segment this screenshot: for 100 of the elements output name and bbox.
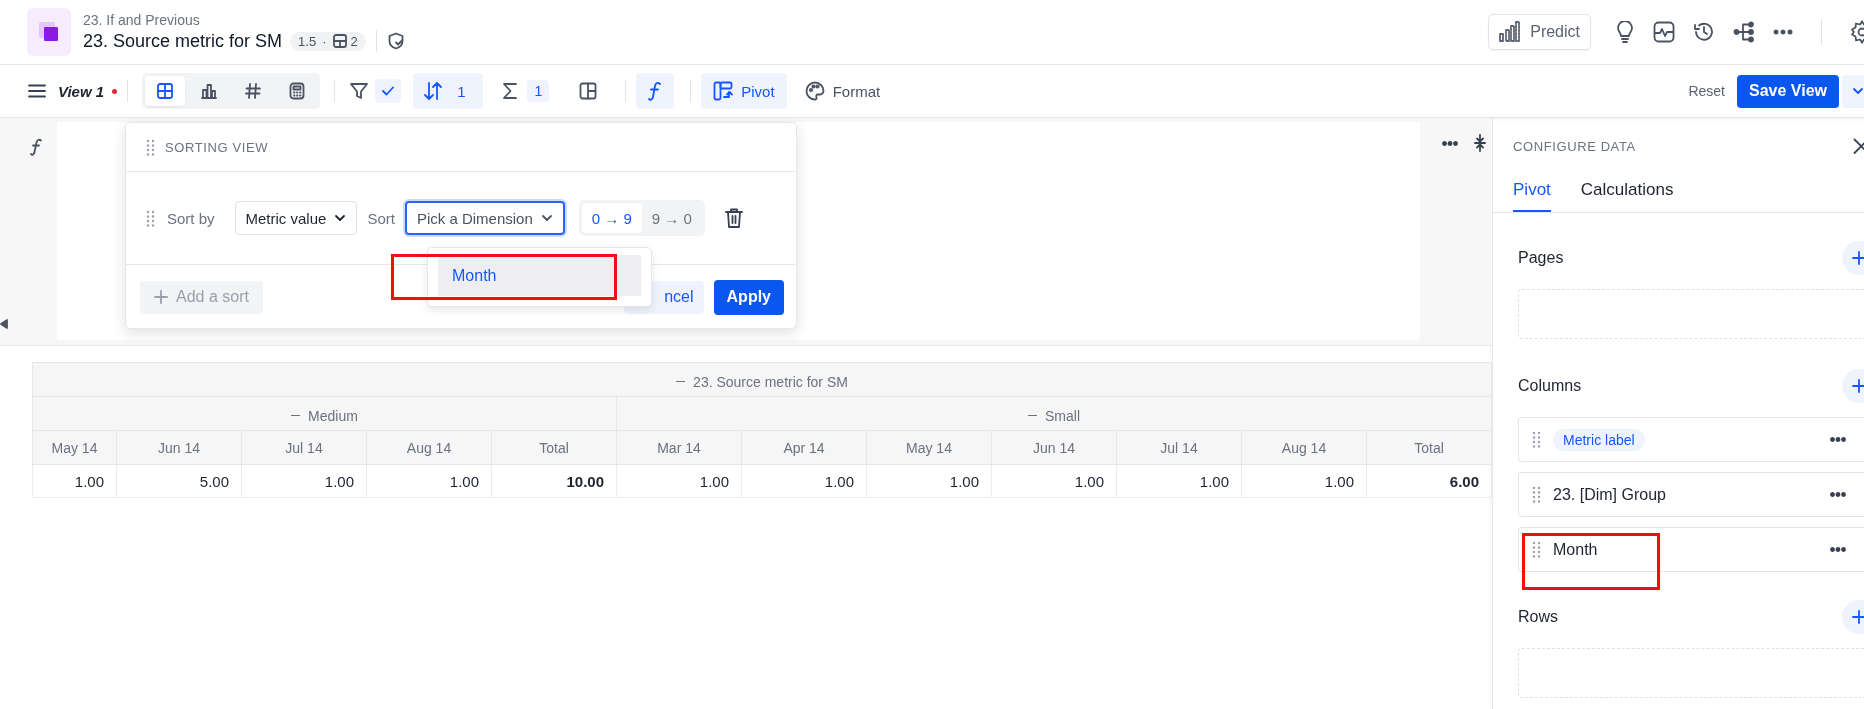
more-icon[interactable] bbox=[1830, 492, 1846, 497]
predict-button[interactable]: Predict bbox=[1488, 14, 1591, 50]
menu-option[interactable]: Month bbox=[438, 255, 641, 296]
menu-icon[interactable] bbox=[28, 84, 46, 98]
function-icon bbox=[30, 138, 42, 156]
sort-direction-option[interactable]: 0 → 9 bbox=[581, 203, 642, 233]
logo-icon bbox=[27, 8, 71, 56]
panel-tab[interactable]: Pivot bbox=[1513, 170, 1551, 212]
dimension-select[interactable]: Pick a Dimension bbox=[404, 201, 565, 235]
more-icon[interactable] bbox=[1830, 437, 1846, 442]
plus-icon bbox=[1852, 251, 1864, 265]
collapse-handle-icon[interactable] bbox=[0, 319, 8, 329]
formula-button[interactable] bbox=[636, 73, 675, 109]
plus-icon bbox=[154, 290, 168, 304]
check-icon bbox=[382, 86, 395, 96]
history-icon[interactable] bbox=[1693, 21, 1715, 43]
group-header: Small bbox=[1045, 407, 1080, 424]
save-options-button[interactable] bbox=[1842, 74, 1864, 108]
section-title: Pages bbox=[1518, 249, 1564, 267]
collapse-toggle[interactable] bbox=[676, 380, 686, 383]
collapse-icon[interactable] bbox=[1474, 134, 1486, 152]
breadcrumb[interactable]: 23. If and Previous bbox=[83, 12, 405, 28]
pivot-icon bbox=[713, 81, 734, 101]
table-cell: 1.00 bbox=[741, 464, 867, 498]
filter-icon[interactable] bbox=[349, 81, 370, 101]
column-header: Mar 14 bbox=[616, 430, 742, 465]
section-title: Columns bbox=[1518, 377, 1582, 395]
table-cell: 1.00 bbox=[366, 464, 492, 498]
table-cell: 6.00 bbox=[1366, 464, 1492, 498]
plus-icon bbox=[1852, 610, 1864, 624]
more-icon[interactable] bbox=[1442, 140, 1458, 146]
layout-icon bbox=[332, 34, 347, 48]
drag-handle-icon bbox=[1532, 541, 1541, 558]
reset-button[interactable]: Reset bbox=[1688, 83, 1725, 99]
collapse-toggle[interactable] bbox=[291, 414, 301, 417]
column-header: Aug 14 bbox=[366, 430, 492, 465]
caret-icon bbox=[1852, 85, 1864, 97]
version-number: 1.5 bbox=[298, 33, 317, 49]
palette-icon bbox=[804, 81, 825, 101]
more-icon[interactable] bbox=[1773, 29, 1793, 35]
collapse-toggle[interactable] bbox=[1028, 414, 1037, 417]
drag-handle-icon bbox=[1532, 431, 1541, 448]
table-cell: 5.00 bbox=[116, 464, 242, 498]
drag-handle-icon bbox=[146, 209, 155, 227]
group-header: Medium bbox=[308, 407, 358, 424]
metric-select[interactable]: Metric value bbox=[234, 201, 358, 235]
column-header: May 14 bbox=[866, 430, 992, 465]
view-name[interactable]: View 1 bbox=[58, 82, 105, 100]
column-header: Aug 14 bbox=[1241, 430, 1367, 465]
panel-title: CONFIGURE DATA bbox=[1513, 138, 1636, 154]
view-type-tab[interactable] bbox=[145, 76, 186, 106]
drag-handle-icon bbox=[1532, 486, 1541, 503]
shield-check-icon[interactable] bbox=[386, 32, 405, 50]
bar-chart-icon bbox=[1499, 21, 1522, 43]
function-icon bbox=[648, 81, 663, 101]
split-layout-icon bbox=[579, 82, 598, 100]
table-cell: 1.00 bbox=[32, 464, 117, 498]
table-cell: 1.00 bbox=[241, 464, 367, 498]
table-cell: 1.00 bbox=[866, 464, 992, 498]
table-cell: 1.00 bbox=[1116, 464, 1242, 498]
calculator-icon bbox=[288, 82, 307, 100]
field-chip: Metric label bbox=[1553, 428, 1645, 451]
table-cell: 1.00 bbox=[616, 464, 742, 498]
table-icon bbox=[156, 82, 175, 100]
chevron-down-icon bbox=[334, 212, 347, 224]
panel-tab[interactable]: Calculations bbox=[1580, 170, 1674, 212]
apply-button[interactable]: Apply bbox=[713, 279, 784, 315]
field-label: Month bbox=[1553, 540, 1598, 559]
metric-header: 23. Source metric for SM bbox=[693, 373, 848, 390]
trash-icon[interactable] bbox=[724, 208, 743, 228]
settings-icon[interactable] bbox=[1850, 20, 1864, 44]
aggregate-button[interactable]: 1 bbox=[489, 73, 562, 109]
close-icon[interactable] bbox=[1853, 138, 1864, 154]
field-card[interactable]: Metric label bbox=[1518, 417, 1864, 462]
chevron-down-icon bbox=[540, 212, 553, 224]
popup-title: SORTING VIEW bbox=[165, 139, 269, 155]
save-view-button[interactable]: Save View bbox=[1737, 74, 1839, 108]
pulse-icon[interactable] bbox=[1653, 21, 1675, 43]
sort-button[interactable]: 1 bbox=[413, 73, 484, 109]
column-header: Apr 14 bbox=[741, 430, 867, 465]
sort-direction-option[interactable]: 9 → 0 bbox=[641, 203, 702, 233]
sort-by-label: Sort by bbox=[167, 209, 215, 227]
plus-icon bbox=[1852, 379, 1864, 393]
pivot-button[interactable]: Pivot bbox=[701, 73, 787, 109]
column-header: Jul 14 bbox=[241, 430, 367, 465]
drag-handle-icon bbox=[146, 138, 155, 156]
table-cell: 1.00 bbox=[991, 464, 1117, 498]
views-count: 2 bbox=[350, 33, 358, 49]
section-title: Rows bbox=[1518, 608, 1559, 626]
lightbulb-icon[interactable] bbox=[1615, 21, 1635, 43]
column-header: Jun 14 bbox=[116, 430, 242, 465]
sort-label: Sort bbox=[367, 209, 395, 227]
format-button[interactable]: Format bbox=[792, 73, 893, 109]
hierarchy-icon[interactable] bbox=[1733, 21, 1755, 43]
page-title: 23. Source metric for SM bbox=[83, 30, 283, 52]
more-icon[interactable] bbox=[1830, 547, 1846, 552]
field-card[interactable]: 23. [Dim] Group bbox=[1518, 472, 1864, 517]
sigma-icon bbox=[501, 82, 520, 100]
field-card[interactable]: Month bbox=[1518, 527, 1864, 572]
column-header: Jul 14 bbox=[1116, 430, 1242, 465]
